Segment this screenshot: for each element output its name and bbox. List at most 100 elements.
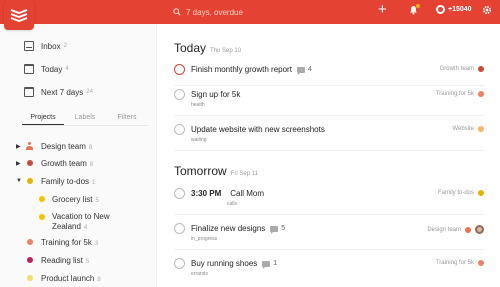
project-item-vacation[interactable]: Vacation to New Zealand 4 [0,210,156,232]
quick-find[interactable]: 7 days, overdue [173,4,243,20]
karma-icon [436,5,445,14]
task-checkbox[interactable] [174,89,185,100]
project-item-product-launch[interactable]: Product launch 8 [0,271,156,285]
project-count: 5 [95,197,99,204]
todoist-logo[interactable] [4,0,34,30]
task-checkbox[interactable] [174,223,185,234]
project-count: 8 [88,144,93,151]
task-project-tag[interactable]: Training for 5k [436,260,484,266]
project-color-dot [27,178,33,184]
project-name: Growth team [439,66,474,72]
project-color-dot [478,190,484,196]
tab-projects[interactable]: Projects [22,112,64,125]
section-title: Tomorrow [174,164,227,178]
project-count: 1 [92,179,96,186]
tab-labels[interactable]: Labels [64,112,106,125]
project-item-grocery-list[interactable]: Grocery list 5 [0,192,156,206]
comment-number: 1 [273,260,278,267]
task-row[interactable]: 3:30 PM Call Mom calls Family to-dos [174,188,484,215]
karma-score: +15040 [448,6,472,13]
project-color-dot [39,214,45,220]
expand-caret-icon[interactable]: ▶ [16,143,21,150]
project-color-dot [478,126,484,132]
nav-label: Next 7 days [41,87,84,97]
task-content: Call Mom [230,189,265,198]
project-name: Growth team [41,158,87,168]
project-name: Design team [427,226,461,233]
project-color-dot [465,226,471,233]
project-item-growth-team[interactable]: ▶ Growth team 8 [0,156,156,170]
sidebar-item-inbox[interactable]: Inbox 2 [24,41,67,51]
sidebar-item-today[interactable]: Today 4 [24,64,69,74]
project-count: 3 [94,240,99,247]
project-color-dot [478,91,484,97]
add-task-icon[interactable]: + [378,2,387,17]
assignee-avatar[interactable] [475,225,484,234]
project-name: Design team [41,141,86,151]
comment-icon [270,225,279,234]
project-item-family-to-dos[interactable]: ▼ Family to-dos 1 [0,174,156,188]
project-name: Reading list [41,255,83,265]
task-row[interactable]: Finalize new designs 5 in_progress Design… [174,223,484,250]
task-content: Buy running shoes [191,259,258,268]
section-title: Today [174,41,207,55]
task-row[interactable]: Sign up for 5k health Training for 5k [174,89,484,116]
comment-count[interactable]: 1 [262,260,278,269]
nav-label: Today [41,64,63,74]
collapse-caret-icon[interactable]: ▼ [16,178,22,184]
task-label[interactable]: waiting [191,137,207,143]
task-project-tag[interactable]: Website [452,126,484,132]
project-color-dot [478,66,484,72]
project-name: Grocery list [52,194,93,204]
settings-gear-icon[interactable] [482,5,492,19]
project-color-dot [27,275,33,281]
task-row[interactable]: Update website with new screenshots wait… [174,124,484,151]
shared-person-icon [26,142,33,150]
task-checkbox[interactable] [174,258,185,269]
project-name: Training for 5k [435,91,474,97]
comment-icon [262,260,271,269]
task-label[interactable]: errands [191,271,208,277]
comment-count[interactable]: 5 [270,225,285,234]
task-label[interactable]: in_progress [191,236,217,242]
section-today: Today Thu Sep 10 [174,41,241,55]
task-row[interactable]: Finish monthly growth report 4 Growth tea… [174,64,484,86]
tab-filters[interactable]: Filters [106,112,148,125]
project-item-training-5k[interactable]: Training for 5k 3 [0,235,156,249]
project-count: 8 [89,161,94,168]
task-time: 3:30 PM [191,189,222,198]
section-tomorrow: Tomorrow Fri Sep 11 [174,164,258,178]
project-name: Vacation to New [52,212,110,221]
project-name: Family to-dos [437,190,474,196]
karma-button[interactable]: +15040 [436,5,472,14]
project-name: Family to-dos [41,176,90,186]
inbox-icon [24,41,34,51]
task-checkbox[interactable] [174,64,185,75]
notification-dot [416,4,420,8]
project-item-design-team[interactable]: ▶ Design team 8 [0,139,156,153]
calendar-week-icon [24,87,34,97]
task-project-tag[interactable]: Family to-dos [438,190,484,196]
task-checkbox[interactable] [174,188,185,199]
expand-caret-icon[interactable]: ▶ [16,160,21,167]
task-checkbox[interactable] [174,124,185,135]
sidebar-item-next-7-days[interactable]: Next 7 days 24 [24,87,93,97]
search-icon [173,8,181,16]
calendar-today-icon [24,64,34,74]
comment-count[interactable]: 4 [296,66,312,75]
task-project-tag[interactable]: Design team [427,225,484,234]
project-color-dot [478,260,484,266]
task-project-tag[interactable]: Training for 5k [436,91,484,97]
search-placeholder: 7 days, overdue [186,7,243,17]
project-name: Product launch [41,273,95,283]
project-item-reading-list[interactable]: Reading list 5 [0,253,156,267]
task-row[interactable]: Buy running shoes 1 errands Training for … [174,258,484,285]
sidebar-tabs: Projects Labels Filters [22,112,148,126]
logo-icon [10,9,28,22]
project-name-line2: Zealand [52,222,81,231]
project-color-dot [39,196,45,202]
task-label[interactable]: calls [227,201,237,207]
task-project-tag[interactable]: Growth team [440,66,484,72]
notifications-icon[interactable] [409,4,420,19]
task-label[interactable]: health [191,102,205,108]
